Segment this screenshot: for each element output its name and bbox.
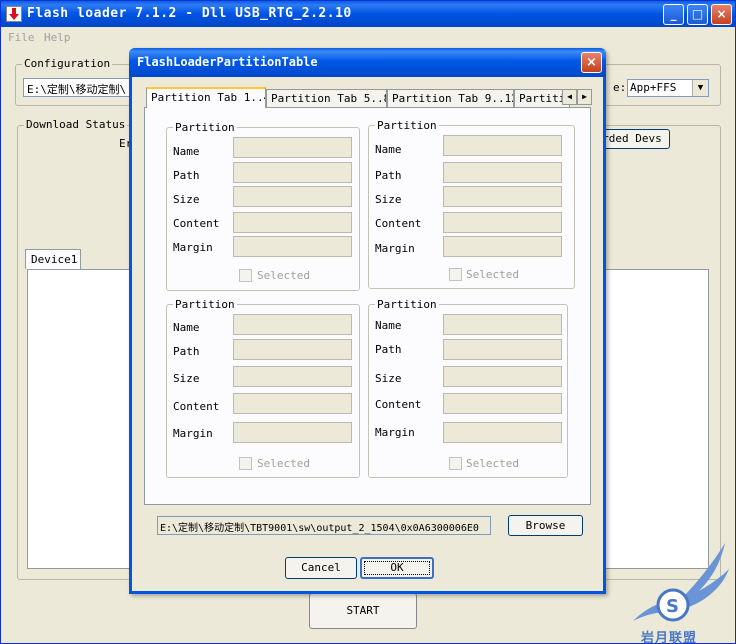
app-download-arrow-icon [6,6,22,22]
dialog-close-button[interactable]: × [581,52,602,73]
configuration-label: Configuration [22,57,113,70]
watermark-letter: S [666,596,679,617]
partition-selected-checkbox[interactable] [449,268,462,281]
partition-path-field[interactable] [233,162,352,183]
partition-margin-label: Margin [375,426,415,439]
configuration-path-field[interactable]: E:\定制\移动定制\ [23,78,135,97]
dialog-titlebar[interactable]: FlashLoaderPartitionTable × [129,48,606,77]
partition-content-field[interactable] [233,393,352,414]
partition-content-label: Content [173,217,219,230]
partition-selected-label: Selected [466,457,519,470]
tab-scroll-left-button[interactable]: ◀ [562,89,577,105]
watermark-text: 岩月联盟 [641,631,698,644]
partition-group-1: Partition Name Path Size Content Margin … [166,121,360,291]
partition-margin-label: Margin [173,427,213,440]
partition-selected-label: Selected [257,269,310,282]
partition-tabstrip: Partition Tab 1..4 Partition Tab 5..8 Pa… [144,87,592,108]
partition-content-label: Content [173,400,219,413]
chevron-right-icon: ▶ [582,92,587,101]
close-icon: × [716,7,727,21]
tab-partition-1-4[interactable]: Partition Tab 1..4 [146,87,266,108]
close-button[interactable]: × [711,4,732,25]
partition-path-label: Path [173,345,200,358]
partition-group-2: Partition Name Path Size Content Margin … [368,119,575,289]
partition-content-label: Content [375,398,421,411]
menu-file[interactable]: File [8,31,35,44]
chevron-down-icon: ▼ [692,80,708,96]
partition-path-field[interactable] [443,339,562,360]
partition-name-field[interactable] [233,314,352,335]
partition-path-field[interactable] [443,162,562,183]
partition-tab-panel: Partition Name Path Size Content Margin … [144,107,591,505]
partition-name-label: Name [173,145,200,158]
browse-button[interactable]: Browse [508,515,583,536]
window-title: Flash loader 7.1.2 - Dll USB_RTG_2.2.10 [27,6,352,21]
tab-device1[interactable]: Device1 [25,249,81,269]
ok-button-label: OK [364,561,430,575]
partition-group-4: Partition Name Path Size Content Margin … [368,298,568,478]
partition-content-label: Content [375,217,421,230]
partition-size-label: Size [173,372,200,385]
partition-selected-label: Selected [257,457,310,470]
partition-selected-checkbox[interactable] [449,457,462,470]
partition-margin-field[interactable] [233,236,352,257]
partition-size-field[interactable] [443,366,562,387]
partition-name-label: Name [375,319,402,332]
partition-size-field[interactable] [233,186,352,207]
mode-label: e: [613,81,627,94]
partition-size-label: Size [173,193,200,206]
partition-size-label: Size [375,193,402,206]
partition-size-field[interactable] [233,366,352,387]
menubar: File Help [1,27,735,47]
partition-size-label: Size [375,372,402,385]
partition-group-3: Partition Name Path Size Content Margin … [166,298,360,478]
partition-name-label: Name [173,321,200,334]
partition-name-field[interactable] [443,135,562,156]
minimize-button[interactable]: _ [663,4,684,25]
partition-name-field[interactable] [443,314,562,335]
partition-content-field[interactable] [443,393,562,414]
partition-content-field[interactable] [233,212,352,233]
partition-table-dialog: FlashLoaderPartitionTable × Partition Ta… [129,48,606,594]
chevron-left-icon: ◀ [567,92,572,101]
menu-help[interactable]: Help [44,31,71,44]
partition-group-label: Partition [375,298,439,311]
mode-select[interactable]: App+FFS ▼ [627,79,709,97]
partition-margin-field[interactable] [233,422,352,443]
maximize-button[interactable]: □ [687,4,708,25]
ok-button[interactable]: OK [360,557,434,579]
mode-select-value: App+FFS [630,81,677,94]
partition-selected-label: Selected [466,268,519,281]
tab-partition-5-8[interactable]: Partition Tab 5..8 [266,89,387,107]
partition-content-field[interactable] [443,212,562,233]
main-titlebar[interactable]: Flash loader 7.1.2 - Dll USB_RTG_2.2.10 … [1,1,735,27]
partition-group-label: Partition [173,298,237,311]
download-status-label: Download Status [24,118,128,131]
tab-partition-9-12[interactable]: Partition Tab 9..12 [387,89,514,107]
partition-name-field[interactable] [233,137,352,158]
watermark-logo: S 岩月联盟 [629,541,733,644]
close-icon: × [586,55,597,70]
partition-group-label: Partition [173,121,237,134]
partition-size-field[interactable] [443,186,562,207]
partition-path-label: Path [375,343,402,356]
partition-margin-field[interactable] [443,236,562,257]
tab-scroll-right-button[interactable]: ▶ [577,89,592,105]
partition-name-label: Name [375,143,402,156]
partition-file-path-field[interactable]: E:\定制\移动定制\TBT9001\sw\output_2_1504\0x0A… [157,516,491,535]
partition-margin-field[interactable] [443,422,562,443]
partition-path-label: Path [173,169,200,182]
partition-selected-checkbox[interactable] [239,457,252,470]
partition-group-label: Partition [375,119,439,132]
partition-selected-checkbox[interactable] [239,269,252,282]
partition-path-label: Path [375,169,402,182]
dialog-title: FlashLoaderPartitionTable [137,55,318,69]
start-button[interactable]: START [309,593,417,629]
partition-margin-label: Margin [375,242,415,255]
cancel-button[interactable]: Cancel [285,557,357,579]
minimize-icon: _ [670,7,677,21]
maximize-icon: □ [691,7,704,21]
partition-path-field[interactable] [233,339,352,360]
partition-margin-label: Margin [173,241,213,254]
